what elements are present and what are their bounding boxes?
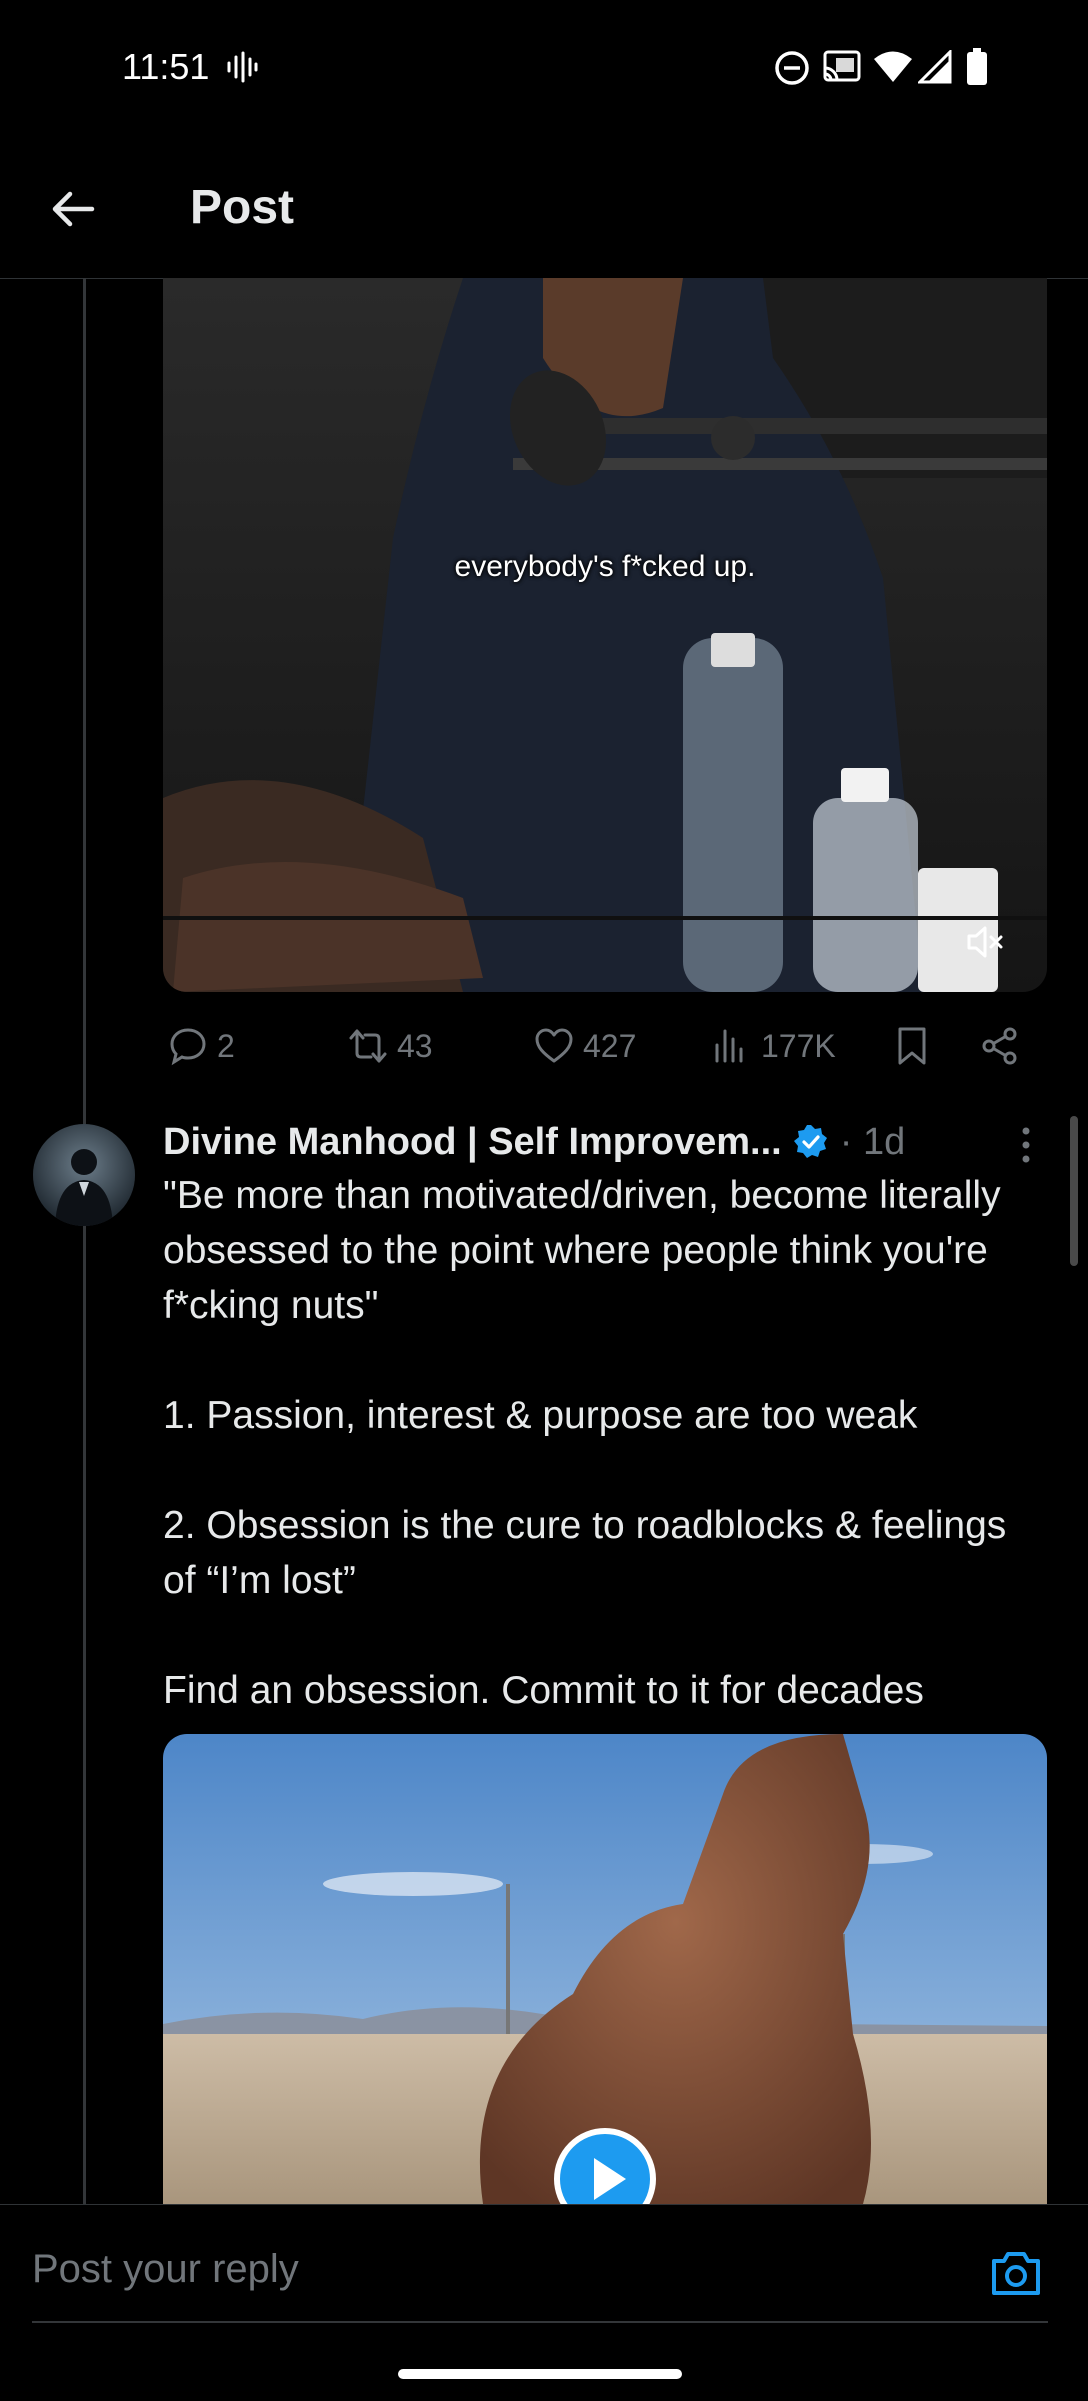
verified-badge-icon [793,1125,827,1158]
post-action-bar: 2 43 427 177K [163,1018,1047,1074]
bookmark-icon [898,1027,926,1065]
post-paragraph: "Be more than motivated/driven, become l… [163,1174,1001,1327]
like-count: 427 [583,1027,637,1064]
post-body: "Be more than motivated/driven, become l… [163,1168,1043,1718]
author-name[interactable]: Divine Manhood | Self Improvem... [163,1121,782,1164]
views-count: 177K [761,1027,836,1064]
share-button[interactable] [979,1018,1021,1074]
reply-icon [170,1028,206,1066]
video-caption: everybody's f*cked up. [454,550,756,583]
repost-icon [349,1029,387,1063]
share-icon [982,1027,1017,1065]
signal-icon [918,50,952,84]
like-button[interactable]: 427 [533,1018,636,1074]
avatar-image [33,1124,135,1226]
reply-input[interactable]: Post your reply [32,2247,962,2292]
reply-composer: Post your reply [0,2204,1088,2401]
wifi-icon [874,51,912,82]
author-avatar[interactable] [33,1124,135,1226]
back-arrow-icon[interactable] [46,182,100,236]
play-icon[interactable] [552,2126,658,2204]
thread-connector-line [83,278,86,2204]
views-chart-icon [715,1029,743,1063]
status-bar: 11:51 [0,0,1088,140]
video-thumbnail[interactable] [163,1734,1047,2204]
cast-icon [823,50,861,82]
muted-speaker-icon[interactable] [965,922,1005,962]
post-header: Divine Manhood | Self Improvem... · 1d [163,1114,905,1170]
camera-icon[interactable] [988,2247,1044,2299]
home-indicator[interactable] [398,2369,682,2379]
battery-icon [967,48,987,85]
sound-wave-icon [227,51,258,83]
post-paragraph: 2. Obsession is the cure to roadblocks &… [163,1504,1007,1602]
repost-button[interactable]: 43 [347,1018,433,1074]
scrollbar[interactable] [1070,1116,1078,1266]
top-app-bar: Post [0,140,1088,279]
post-timestamp: · 1d [839,1120,906,1163]
video-frame-image [163,278,1047,992]
status-time: 11:51 [122,46,210,87]
page-title: Post [190,181,295,234]
more-options-icon[interactable] [1016,1124,1036,1166]
bookmark-button[interactable] [891,1018,933,1074]
views-button[interactable]: 177K [711,1018,836,1074]
reply-button[interactable]: 2 [167,1018,235,1074]
post-paragraph: Find an obsession. Commit to it for deca… [163,1669,924,1712]
reply-underline [32,2321,1048,2323]
post-paragraph: 1. Passion, interest & purpose are too w… [163,1394,918,1437]
repost-count: 43 [397,1027,433,1064]
video-player[interactable]: everybody's f*cked up. [163,278,1047,992]
reply-count: 2 [217,1027,235,1064]
heart-icon [535,1028,573,1063]
do-not-disturb-icon [775,51,809,85]
